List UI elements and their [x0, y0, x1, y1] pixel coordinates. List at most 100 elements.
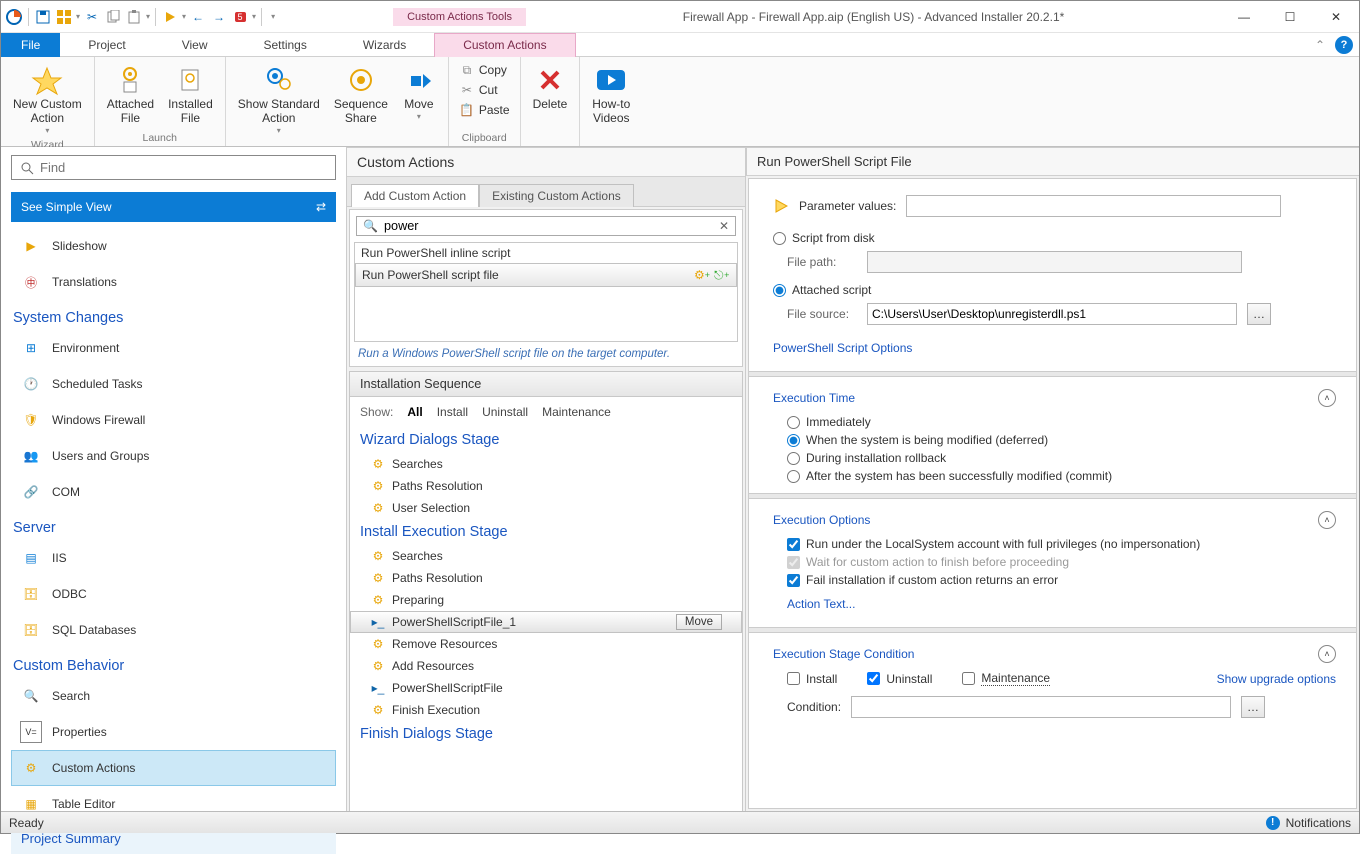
menu-file[interactable]: File [1, 33, 60, 57]
collapse-icon[interactable]: ˄ [1318, 645, 1336, 663]
seq-install-finish[interactable]: ⚙Finish Execution [350, 699, 742, 721]
grid-icon[interactable] [55, 8, 73, 26]
tab-existing-custom-actions[interactable]: Existing Custom Actions [479, 184, 634, 207]
attached-file-button[interactable]: Attached File [101, 61, 160, 128]
howto-videos-button[interactable]: How-to Videos [586, 61, 636, 128]
collapse-icon[interactable]: ˄ [1318, 389, 1336, 407]
show-uninstall[interactable]: Uninstall [482, 405, 528, 419]
condition-browse-button[interactable]: … [1241, 696, 1265, 718]
copy-icon[interactable] [104, 8, 122, 26]
action-search[interactable]: 🔍 ✕ [356, 216, 736, 236]
eo-local-checkbox[interactable] [787, 538, 800, 551]
sc-uninstall-checkbox[interactable] [867, 672, 880, 685]
nav-scheduled[interactable]: 🕐Scheduled Tasks [11, 366, 336, 402]
nav-iis[interactable]: ▤IIS [11, 540, 336, 576]
notifications-button[interactable]: !Notifications [1266, 816, 1351, 830]
seq-install-paths[interactable]: ⚙Paths Resolution [350, 567, 742, 589]
show-standard-action-button[interactable]: Show Standard Action▾ [232, 61, 326, 137]
simple-view-button[interactable]: See Simple View ⇄ [11, 192, 336, 222]
browse-button[interactable]: … [1247, 303, 1271, 325]
add-with-sequence-icon[interactable]: ⚙+ [694, 267, 710, 283]
delete-button[interactable]: Delete [527, 61, 574, 114]
maximize-button[interactable]: ☐ [1267, 2, 1313, 32]
run-icon[interactable] [161, 8, 179, 26]
show-all[interactable]: All [407, 405, 422, 419]
save-icon[interactable] [34, 8, 52, 26]
param-values-input[interactable] [906, 195, 1281, 217]
seq-install-preparing[interactable]: ⚙Preparing [350, 589, 742, 611]
result-script-file[interactable]: Run PowerShell script file ⚙+ ⎋+ [355, 263, 737, 287]
ps-options-link[interactable]: PowerShell Script Options [773, 335, 912, 361]
nav-sql[interactable]: 🗄SQL Databases [11, 612, 336, 648]
cut-icon[interactable]: ✂ [83, 8, 101, 26]
menu-project[interactable]: Project [60, 33, 153, 57]
action-text-link[interactable]: Action Text... [787, 591, 855, 617]
tab-add-custom-action[interactable]: Add Custom Action [351, 184, 479, 207]
show-install[interactable]: Install [437, 405, 468, 419]
forward-icon[interactable]: → [210, 8, 228, 26]
condition-input[interactable] [851, 696, 1231, 718]
menu-custom-actions[interactable]: Custom Actions [434, 33, 575, 57]
file-source-input[interactable] [867, 303, 1237, 325]
minimize-button[interactable]: — [1221, 2, 1267, 32]
cut-button[interactable]: ✂Cut [455, 81, 514, 99]
nav-custom-actions[interactable]: ⚙Custom Actions [11, 750, 336, 786]
nav-translations[interactable]: ㊥Translations [11, 264, 336, 300]
help-icon[interactable]: ? [1335, 36, 1353, 54]
seq-install-add[interactable]: ⚙Add Resources [350, 655, 742, 677]
nav-users[interactable]: 👥Users and Groups [11, 438, 336, 474]
collapse-icon[interactable]: ˄ [1318, 511, 1336, 529]
et-deferred-radio[interactable] [787, 434, 800, 447]
show-maintenance[interactable]: Maintenance [542, 405, 611, 419]
action-search-input[interactable] [384, 219, 713, 233]
nav-firewall[interactable]: 🛡Windows Firewall [11, 402, 336, 438]
seq-install-ps[interactable]: ▸_PowerShellScriptFile [350, 677, 742, 699]
result-inline-script[interactable]: Run PowerShell inline script [355, 243, 737, 263]
attached-script-radio[interactable] [773, 284, 786, 297]
new-custom-action-button[interactable]: New Custom Action▾ [7, 61, 88, 137]
mid-header: Custom Actions [347, 148, 745, 177]
back-icon[interactable]: ← [189, 8, 207, 26]
nav-odbc[interactable]: 🗄ODBC [11, 576, 336, 612]
nav-properties[interactable]: V=Properties [11, 714, 336, 750]
nav-com[interactable]: 🔗COM [11, 474, 336, 510]
find-input[interactable] [40, 160, 327, 175]
seq-wizard-searches[interactable]: ⚙Searches [350, 453, 742, 475]
seq-wizard-paths[interactable]: ⚙Paths Resolution [350, 475, 742, 497]
clear-search-icon[interactable]: ✕ [713, 219, 729, 233]
badge-icon[interactable]: 5 [231, 8, 249, 26]
paste-icon[interactable] [125, 8, 143, 26]
paste-button[interactable]: 📋Paste [455, 101, 514, 119]
nav-search[interactable]: 🔍Search [11, 678, 336, 714]
move-button[interactable]: Move▾ [396, 61, 442, 123]
seq-install-ps1[interactable]: ▸_PowerShellScriptFile_1Move [350, 611, 742, 633]
close-button[interactable]: ✕ [1313, 2, 1359, 32]
script-disk-radio[interactable] [773, 232, 786, 245]
ribbon-collapse-icon[interactable]: ⌃ [1309, 38, 1331, 52]
menu-wizards[interactable]: Wizards [335, 33, 434, 57]
copy-button[interactable]: ⧉Copy [455, 61, 514, 79]
gear-icon: ⚙ [370, 456, 386, 472]
add-without-sequence-icon[interactable]: ⎋+ [714, 267, 730, 283]
seq-wizard-user[interactable]: ⚙User Selection [350, 497, 742, 519]
installed-file-button[interactable]: Installed File [162, 61, 219, 128]
menu-view[interactable]: View [154, 33, 236, 57]
sequence-share-button[interactable]: Sequence Share [328, 61, 394, 128]
menu-settings[interactable]: Settings [236, 33, 335, 57]
file-path-input[interactable] [867, 251, 1242, 273]
seq-install-remove[interactable]: ⚙Remove Resources [350, 633, 742, 655]
nav-environment[interactable]: ⊞Environment [11, 330, 336, 366]
sc-maint-checkbox[interactable] [962, 672, 975, 685]
et-commit-radio[interactable] [787, 470, 800, 483]
nav-slideshow[interactable]: ▶Slideshow [11, 228, 336, 264]
seq-install-searches[interactable]: ⚙Searches [350, 545, 742, 567]
et-immediately-radio[interactable] [787, 416, 800, 429]
find-box[interactable] [11, 155, 336, 180]
et-rollback-radio[interactable] [787, 452, 800, 465]
status-text: Ready [9, 816, 44, 830]
seq-move-button[interactable]: Move [676, 614, 722, 630]
menu-bar: File Project View Settings Wizards Custo… [1, 33, 1359, 57]
eo-fail-checkbox[interactable] [787, 574, 800, 587]
sc-install-checkbox[interactable] [787, 672, 800, 685]
show-upgrade-link[interactable]: Show upgrade options [1217, 672, 1336, 686]
